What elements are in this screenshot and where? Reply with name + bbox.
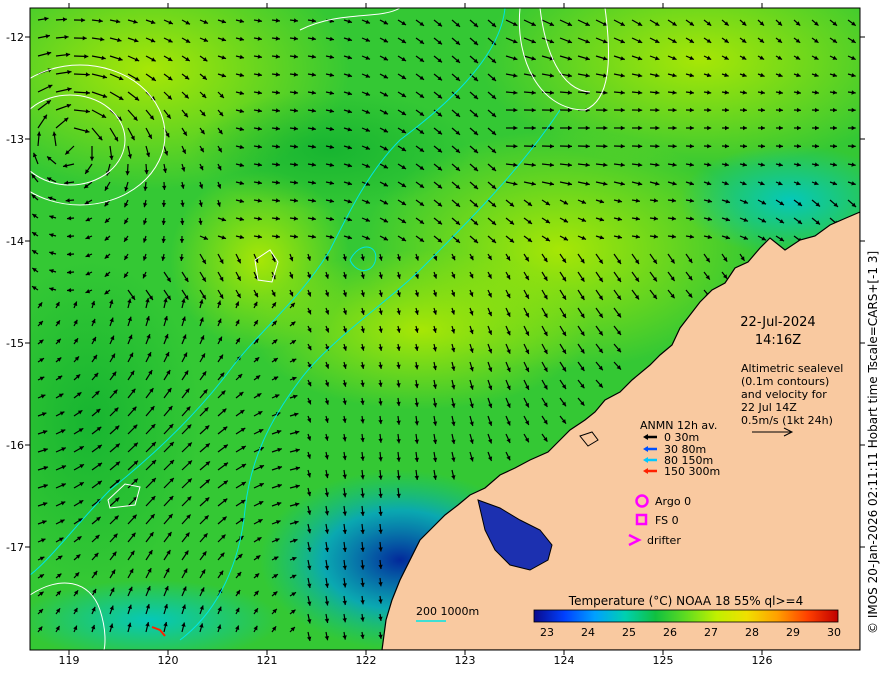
description-line: 0.5m/s (1kt 24h)	[741, 414, 833, 427]
isobath-legend-label: 200 1000m	[416, 605, 479, 618]
ocean-map: 119 120 121 122 123 124 125 126 -12 -13 …	[6, 3, 880, 667]
time-label: 14:16Z	[755, 333, 801, 348]
lon-label: 125	[653, 654, 674, 667]
lat-label: -16	[6, 439, 24, 452]
description-line: (0.1m contours)	[741, 375, 829, 388]
lon-label: 122	[356, 654, 377, 667]
description-line: Altimetric sealevel	[741, 362, 843, 375]
lon-label: 126	[752, 654, 773, 667]
lat-label: -15	[6, 337, 24, 350]
legend-depth-label: 150 300m	[664, 465, 720, 478]
lat-label: -12	[6, 31, 24, 44]
colorbar-tick-label: 26	[663, 626, 677, 639]
colorbar-tick-label: 25	[622, 626, 636, 639]
lon-label: 119	[59, 654, 80, 667]
lon-label: 120	[158, 654, 179, 667]
description-line: and velocity for	[741, 388, 827, 401]
colorbar-title: Temperature (°C) NOAA 18 55% ql>=4	[568, 594, 803, 608]
lon-labels: 119 120 121 122 123 124 125 126	[59, 654, 773, 667]
lon-label: 123	[455, 654, 476, 667]
lon-label: 124	[554, 654, 575, 667]
colorbar-tick-label: 28	[745, 626, 759, 639]
date-label: 22-Jul-2024	[740, 315, 815, 330]
description-line: 22 Jul 14Z	[741, 401, 797, 414]
colorbar-tick-label: 29	[786, 626, 800, 639]
sst-cool-band	[190, 90, 470, 210]
colorbar-tick-label: 24	[581, 626, 595, 639]
colorbar-tick-label: 30	[827, 626, 841, 639]
colorbar-ramp	[533, 609, 839, 623]
lat-labels: -12 -13 -14 -15 -16 -17	[6, 31, 24, 554]
argo-label: Argo 0	[655, 495, 691, 508]
drifter-label: drifter	[647, 534, 681, 547]
fs-label: FS 0	[655, 514, 679, 527]
lon-label: 121	[257, 654, 278, 667]
lat-label: -17	[6, 541, 24, 554]
lat-label: -13	[6, 133, 24, 146]
colorbar-tick-label: 23	[540, 626, 554, 639]
plot-area	[30, 8, 860, 650]
copyright-label: © IMOS 20-Jan-2026 02:11:11 Hobart time …	[866, 251, 880, 634]
lat-label: -14	[6, 235, 24, 248]
colorbar-tick-label: 27	[704, 626, 718, 639]
